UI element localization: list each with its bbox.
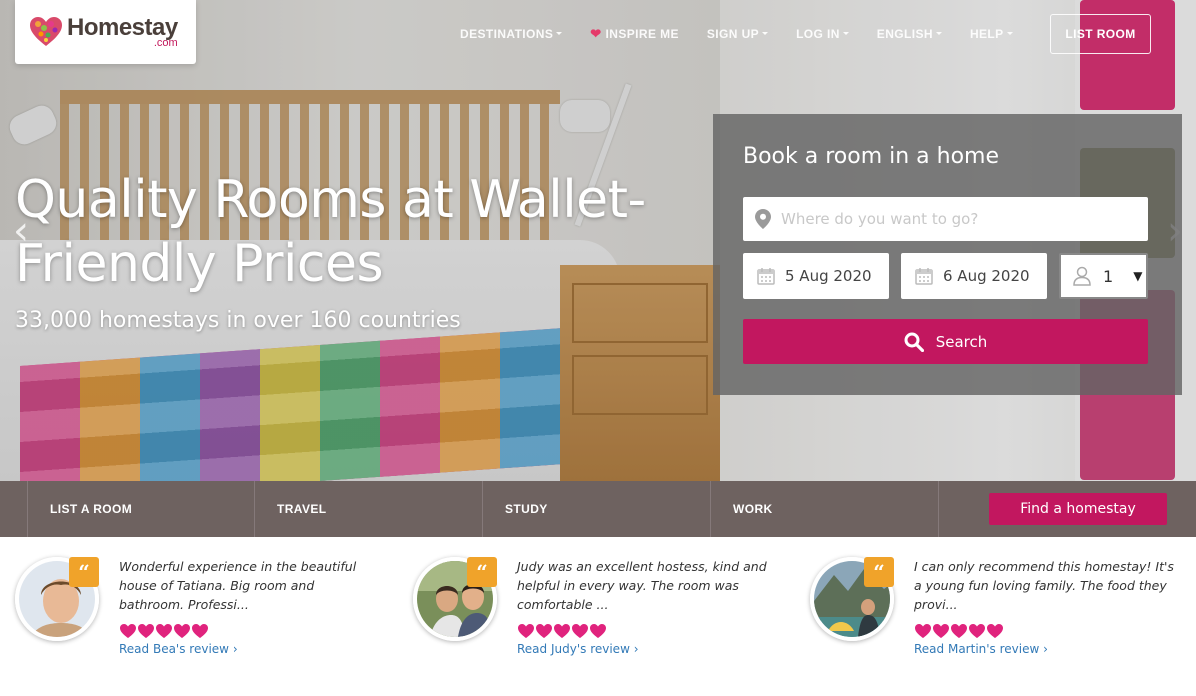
nav-label: INSPIRE ME bbox=[605, 27, 679, 41]
guests-select[interactable]: 1 ▼ bbox=[1059, 253, 1148, 299]
nav-label: LOG IN bbox=[796, 27, 840, 41]
chevron-right-icon: › bbox=[633, 642, 639, 656]
review-link[interactable]: Read Martin's review › bbox=[914, 642, 1048, 656]
logo-name: Homestay bbox=[67, 13, 178, 41]
heart-icon bbox=[536, 624, 552, 638]
heart-icon bbox=[192, 624, 208, 638]
search-label: Search bbox=[935, 332, 988, 351]
caret-down-icon bbox=[762, 31, 769, 35]
review-link[interactable]: Read Judy's review › bbox=[517, 642, 639, 656]
quote-icon: “ bbox=[864, 557, 894, 587]
nav-language[interactable]: ENGLISH bbox=[877, 24, 942, 44]
check-out-field[interactable]: 6 Aug 2020 bbox=[901, 253, 1047, 299]
nav-label: ENGLISH bbox=[876, 27, 933, 41]
reviews-section: “ Wonderful experience in the beautiful … bbox=[0, 537, 1196, 696]
category-tabs: LIST A ROOM TRAVEL STUDY WORK Find a hom… bbox=[0, 481, 1196, 537]
person-icon bbox=[1073, 266, 1091, 286]
heart-icon bbox=[120, 624, 136, 638]
nav-destinations[interactable]: DESTINATIONS bbox=[460, 24, 563, 44]
rating-hearts bbox=[517, 623, 607, 639]
find-homestay-button[interactable]: Find a homestay bbox=[989, 493, 1167, 525]
quote-icon: “ bbox=[69, 557, 99, 587]
heart-logo-icon bbox=[30, 17, 62, 46]
booking-title: Book a room in a home bbox=[743, 144, 1000, 169]
search-icon bbox=[904, 332, 924, 352]
caret-down-icon bbox=[556, 31, 563, 35]
review-card: “ I can only recommend this homestay! It… bbox=[810, 557, 1190, 687]
tab-work[interactable]: WORK bbox=[711, 481, 939, 537]
review-text: I can only recommend this homestay! It's… bbox=[914, 559, 1174, 612]
nav-label: HELP bbox=[969, 27, 1004, 41]
check-in-value: 5 Aug 2020 bbox=[785, 267, 872, 285]
booking-panel: Book a room in a home 5 Aug 2020 6 Aug 2… bbox=[713, 114, 1182, 395]
nav-label: SIGN UP bbox=[706, 27, 760, 41]
review-link-label: Read Martin's review bbox=[914, 642, 1040, 656]
heart-icon bbox=[590, 624, 606, 638]
heart-icon bbox=[138, 624, 154, 638]
caret-down-icon bbox=[842, 31, 849, 35]
caret-down-icon bbox=[935, 31, 942, 35]
heart-icon bbox=[572, 624, 588, 638]
heart-icon bbox=[156, 624, 172, 638]
heart-icon bbox=[915, 624, 931, 638]
heart-icon bbox=[554, 624, 570, 638]
guests-value: 1 bbox=[1103, 266, 1114, 286]
heart-icon bbox=[987, 624, 1003, 638]
tab-study[interactable]: STUDY bbox=[483, 481, 711, 537]
nav-inspire-me[interactable]: ❤ INSPIRE ME bbox=[590, 24, 679, 44]
rating-hearts bbox=[914, 623, 1004, 639]
review-link[interactable]: Read Bea's review › bbox=[119, 642, 238, 656]
calendar-icon bbox=[757, 268, 775, 285]
caret-down-icon bbox=[1006, 31, 1013, 35]
carousel-prev-icon[interactable]: ‹ bbox=[6, 196, 36, 266]
check-out-value: 6 Aug 2020 bbox=[943, 267, 1030, 285]
review-link-label: Read Judy's review bbox=[517, 642, 630, 656]
calendar-icon bbox=[915, 268, 933, 285]
chevron-right-icon: › bbox=[1043, 642, 1048, 656]
top-nav: DESTINATIONS ❤ INSPIRE ME SIGN UP LOG IN … bbox=[460, 24, 1041, 44]
nav-sign-up[interactable]: SIGN UP bbox=[706, 24, 769, 44]
review-card: “ Judy was an excellent hostess, kind an… bbox=[413, 557, 793, 687]
tab-list-a-room[interactable]: LIST A ROOM bbox=[27, 481, 255, 537]
review-link-label: Read Bea's review bbox=[119, 642, 229, 656]
heart-icon bbox=[951, 624, 967, 638]
heart-icon bbox=[933, 624, 949, 638]
review-text: Wonderful experience in the beautiful ho… bbox=[119, 559, 357, 612]
heart-icon bbox=[518, 624, 534, 638]
heart-icon: ❤ bbox=[590, 26, 602, 41]
heart-icon bbox=[969, 624, 985, 638]
nav-help[interactable]: HELP bbox=[970, 24, 1013, 44]
search-button[interactable]: Search bbox=[743, 319, 1148, 364]
rating-hearts bbox=[119, 623, 209, 639]
map-pin-icon bbox=[755, 209, 771, 229]
hero-subtitle: 33,000 homestays in over 160 countries bbox=[15, 308, 461, 333]
chevron-down-icon: ▼ bbox=[1133, 269, 1143, 283]
nav-log-in[interactable]: LOG IN bbox=[796, 24, 849, 44]
hero-title: Quality Rooms at Wallet-Friendly Prices bbox=[15, 170, 646, 294]
destination-field[interactable] bbox=[743, 197, 1148, 241]
nav-label: DESTINATIONS bbox=[460, 27, 554, 41]
check-in-field[interactable]: 5 Aug 2020 bbox=[743, 253, 889, 299]
review-text: Judy was an excellent hostess, kind and … bbox=[517, 559, 767, 612]
list-room-button[interactable]: LIST ROOM bbox=[1050, 14, 1151, 54]
quote-icon: “ bbox=[467, 557, 497, 587]
logo[interactable]: Homestay .com bbox=[15, 0, 196, 64]
destination-input[interactable] bbox=[781, 210, 1141, 228]
tab-travel[interactable]: TRAVEL bbox=[255, 481, 483, 537]
logo-text: Homestay .com bbox=[67, 13, 178, 49]
review-card: “ Wonderful experience in the beautiful … bbox=[15, 557, 395, 687]
chevron-right-icon: › bbox=[232, 642, 238, 656]
heart-icon bbox=[174, 624, 190, 638]
